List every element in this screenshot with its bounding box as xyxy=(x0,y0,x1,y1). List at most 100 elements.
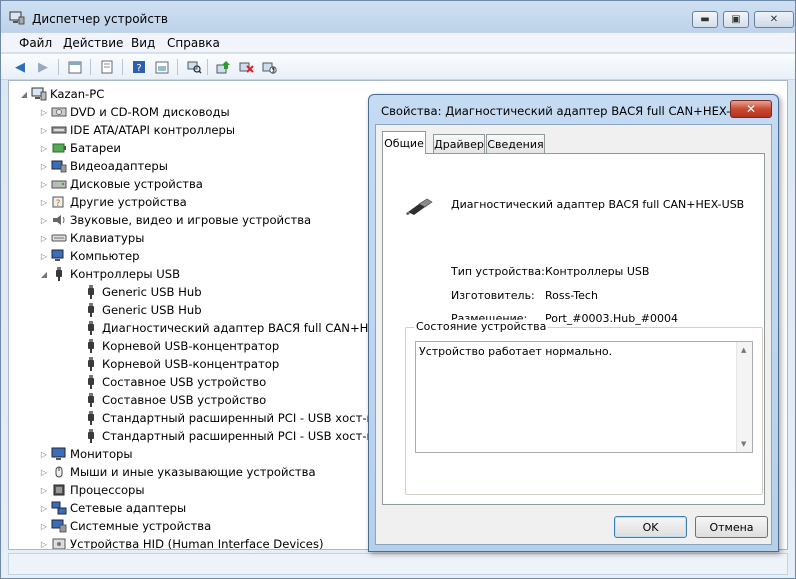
usb-icon xyxy=(83,375,99,389)
forward-icon[interactable]: ▶ xyxy=(34,58,52,76)
tree-device-item[interactable]: Корневой USB-концентратор xyxy=(71,355,279,373)
expand-icon[interactable]: ▷ xyxy=(39,522,49,531)
tab-details[interactable]: Сведения xyxy=(486,134,545,153)
tree-category-item[interactable]: ▷ Устройства HID (Human Interface Devices… xyxy=(39,535,324,549)
expand-icon[interactable]: ▷ xyxy=(39,162,49,171)
uninstall-icon[interactable] xyxy=(237,58,255,76)
disable-icon[interactable] xyxy=(260,58,278,76)
tree-category-item[interactable]: ▷ Мыши и иные указывающие устройства xyxy=(39,463,316,481)
hid-icon xyxy=(51,537,67,549)
tree-category-item[interactable]: ◢ Контроллеры USB xyxy=(39,265,180,283)
usb-icon xyxy=(83,321,99,335)
tree-device-item[interactable]: Корневой USB-концентратор xyxy=(71,337,279,355)
usb-icon xyxy=(83,303,99,317)
computer-icon xyxy=(51,249,67,263)
status-scrollbar[interactable]: ▲ ▼ xyxy=(736,342,752,452)
expand-icon[interactable]: ▷ xyxy=(39,108,49,117)
tree-category-item[interactable]: ▷ Процессоры xyxy=(39,481,145,499)
tree-item-label: Видеоадаптеры xyxy=(70,159,168,173)
close-icon: ✕ xyxy=(769,14,779,25)
tree-device-item[interactable]: Диагностический адаптер ВАСЯ full CAN+HE… xyxy=(71,319,411,337)
tree-device-item[interactable]: Generic USB Hub xyxy=(71,283,202,301)
properties-icon[interactable] xyxy=(98,58,116,76)
expand-icon[interactable]: ▷ xyxy=(39,180,49,189)
tree-device-item[interactable]: Generic USB Hub xyxy=(71,301,202,319)
tree-root-label: Kazan-PC xyxy=(50,87,105,101)
tree-item-label: Клавиатуры xyxy=(70,231,145,245)
dialog-body: Общие Драйвер Сведения Диагностический а… xyxy=(375,124,772,545)
tree-category-item[interactable]: ▷ Батареи xyxy=(39,139,121,157)
tree-item-label: Звуковые, видео и игровые устройства xyxy=(70,213,312,227)
window-title: Диспетчер устройств xyxy=(32,12,169,26)
tree-category-item[interactable]: ▷ Клавиатуры xyxy=(39,229,144,247)
tab-driver[interactable]: Драйвер xyxy=(433,134,485,153)
system-icon xyxy=(51,519,67,533)
up-icon[interactable] xyxy=(66,58,84,76)
expand-icon[interactable]: ▷ xyxy=(39,252,49,261)
tree-category-item[interactable]: ▷ Дисковые устройства xyxy=(39,175,203,193)
expand-icon[interactable]: ▷ xyxy=(39,540,49,549)
maximize-button[interactable]: ▣ xyxy=(723,11,749,28)
tree-item-label: Диагностический адаптер ВАСЯ full CAN+HE… xyxy=(102,321,412,335)
back-icon[interactable]: ◀ xyxy=(11,58,29,76)
menu-file[interactable]: Файл xyxy=(19,36,52,50)
tree-device-item[interactable]: Составное USB устройство xyxy=(71,391,266,409)
tree-category-item[interactable]: ▷ Мониторы xyxy=(39,445,133,463)
expand-icon[interactable]: ▷ xyxy=(39,486,49,495)
display-adapter-icon xyxy=(51,159,67,173)
device-type-label: Тип устройства: xyxy=(451,265,545,278)
tree-category-item[interactable]: ▷ Сетевые адаптеры xyxy=(39,499,186,517)
cancel-button[interactable]: Отмена xyxy=(695,516,768,538)
tree-item-label: Составное USB устройство xyxy=(102,375,267,389)
expand-icon[interactable]: ▷ xyxy=(39,126,49,135)
tree-item-label: Процессоры xyxy=(70,483,145,497)
menu-view[interactable]: Вид xyxy=(131,36,155,50)
expand-icon[interactable]: ▷ xyxy=(39,468,49,477)
expand-icon[interactable]: ▷ xyxy=(39,504,49,513)
collapse-icon[interactable]: ◢ xyxy=(19,90,29,99)
properties-dialog: Свойства: Диагностический адаптер ВАСЯ f… xyxy=(368,94,779,552)
tree-category-item[interactable]: ▷ DVD и CD-ROM дисководы xyxy=(39,103,230,121)
expand-icon[interactable]: ▷ xyxy=(39,234,49,243)
close-button[interactable]: ✕ xyxy=(754,11,794,28)
show-hide-icon[interactable] xyxy=(153,58,171,76)
minimize-button[interactable]: ▬ xyxy=(692,11,718,28)
menu-bar: Файл Действие Вид Справка xyxy=(1,33,795,53)
tab-general[interactable]: Общие xyxy=(382,131,426,154)
menu-action[interactable]: Действие xyxy=(63,36,123,50)
tree-item-label: Корневой USB-концентратор xyxy=(102,339,280,353)
manufacturer-label: Изготовитель: xyxy=(451,289,535,302)
tree-category-item[interactable]: ▷? Другие устройства xyxy=(39,193,187,211)
tree-category-item[interactable]: ▷ IDE ATA/ATAPI контроллеры xyxy=(39,121,235,139)
dialog-title: Свойства: Диагностический адаптер ВАСЯ f… xyxy=(381,104,755,118)
monitor-icon xyxy=(51,447,67,461)
update-driver-icon[interactable] xyxy=(214,58,232,76)
toolbar-separator xyxy=(177,59,178,75)
disk-icon xyxy=(51,177,67,191)
toolbar-separator xyxy=(122,59,123,75)
expand-icon[interactable]: ▷ xyxy=(39,198,49,207)
scroll-down-icon[interactable]: ▼ xyxy=(741,440,746,448)
tree-item-label: Мониторы xyxy=(70,447,133,461)
network-icon xyxy=(51,501,67,515)
scroll-up-icon[interactable]: ▲ xyxy=(741,346,746,354)
tree-root[interactable]: ◢ Kazan-PC xyxy=(19,85,104,103)
expand-icon[interactable]: ▷ xyxy=(39,216,49,225)
close-icon: ✕ xyxy=(745,102,757,116)
expand-icon[interactable]: ▷ xyxy=(39,144,49,153)
expand-icon[interactable]: ▷ xyxy=(39,450,49,459)
menu-help[interactable]: Справка xyxy=(167,36,220,50)
dialog-close-button[interactable]: ✕ xyxy=(730,100,772,118)
tree-device-item[interactable]: Составное USB устройство xyxy=(71,373,266,391)
tree-category-item[interactable]: ▷ Видеоадаптеры xyxy=(39,157,168,175)
scan-hardware-icon[interactable] xyxy=(185,58,203,76)
maximize-icon: ▣ xyxy=(731,14,741,25)
help-icon[interactable]: ? xyxy=(130,58,148,76)
collapse-icon[interactable]: ◢ xyxy=(39,270,49,279)
tree-category-item[interactable]: ▷ Звуковые, видео и игровые устройства xyxy=(39,211,311,229)
device-status-textbox[interactable]: Устройство работает нормально. ▲ ▼ xyxy=(415,341,753,453)
tree-category-item[interactable]: ▷ Системные устройства xyxy=(39,517,211,535)
usb-icon xyxy=(51,267,67,281)
ok-button[interactable]: OK xyxy=(614,516,687,538)
tree-category-item[interactable]: ▷ Компьютер xyxy=(39,247,140,265)
